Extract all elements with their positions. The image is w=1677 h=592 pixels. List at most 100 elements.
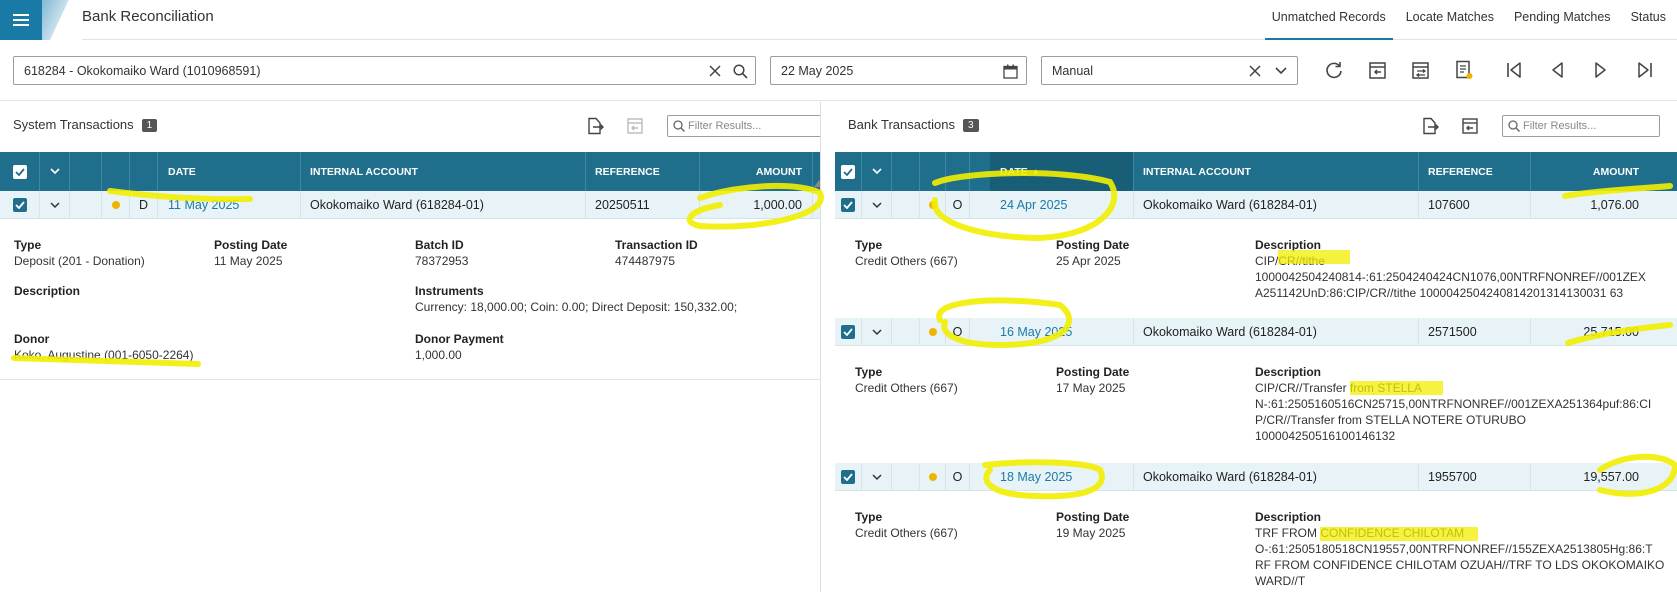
row-date-link[interactable]: 24 Apr 2025 xyxy=(990,191,1134,219)
column-date[interactable]: DATE xyxy=(158,152,301,191)
type-value: Credit Others (667) xyxy=(855,381,958,395)
row-reference: 2571500 xyxy=(1419,318,1531,346)
header-spacer xyxy=(892,152,920,191)
chevron-down-icon[interactable] xyxy=(1273,63,1289,79)
tab-status[interactable]: Status xyxy=(1624,0,1673,40)
description-line: CIP/CR//tithe xyxy=(1255,254,1326,268)
search-icon xyxy=(673,120,685,132)
status-dot xyxy=(920,191,946,219)
import-statement-button[interactable] xyxy=(1367,59,1389,81)
row-internal-account: Okokomaiko Ward (618284-01) xyxy=(1134,191,1419,219)
system-panel-header: System Transactions 1 Filter Results... xyxy=(0,102,820,150)
column-date-sorted[interactable]: DATE ▲ xyxy=(990,152,1134,191)
match-transactions-button[interactable] xyxy=(1410,59,1432,81)
clear-icon[interactable] xyxy=(707,63,723,79)
date-value: 22 May 2025 xyxy=(781,63,854,78)
system-filter-input[interactable]: Filter Results... xyxy=(667,115,820,137)
row-checkbox[interactable] xyxy=(0,191,40,219)
description-label: Description xyxy=(14,284,81,298)
posting-date-value: 17 May 2025 xyxy=(1056,381,1126,395)
posting-date-label: Posting Date xyxy=(1056,365,1130,379)
description-line: CIP/CR//Transfer from STELLA xyxy=(1255,381,1422,395)
donor-label: Donor xyxy=(14,332,50,346)
bank-panel-title: Bank Transactions 3 xyxy=(848,117,979,132)
swap-icon xyxy=(1412,62,1429,79)
row-checkbox[interactable] xyxy=(835,463,862,491)
last-page-button[interactable] xyxy=(1634,59,1656,81)
type-value: Credit Others (667) xyxy=(855,254,958,268)
refresh-button[interactable] xyxy=(1323,59,1345,81)
account-select[interactable]: 618284 - Okokomaiko Ward (1010968591) xyxy=(13,56,756,85)
row-checkbox[interactable] xyxy=(835,318,862,346)
expand-all-button[interactable] xyxy=(862,152,892,191)
table-row[interactable]: O 18 May 2025 Okokomaiko Ward (618284-01… xyxy=(835,463,1677,491)
previous-page-button[interactable] xyxy=(1546,59,1568,81)
description-line: P/CR//Transfer from STELLA NOTERE OTURUB… xyxy=(1255,413,1526,427)
row-expand-toggle[interactable] xyxy=(862,318,892,346)
menu-icon xyxy=(13,14,29,26)
export-button[interactable] xyxy=(1419,115,1441,137)
donor-payment-label: Donor Payment xyxy=(415,332,504,346)
donor-payment-value: 1,000.00 xyxy=(415,348,462,362)
row-date-link[interactable]: 18 May 2025 xyxy=(990,463,1134,491)
description-label: Description xyxy=(1255,238,1322,252)
hamburger-menu-button[interactable] xyxy=(0,0,42,40)
next-page-button[interactable] xyxy=(1590,59,1612,81)
system-transactions-panel: System Transactions 1 Filter Results... D… xyxy=(0,102,821,592)
bank-filter-input[interactable]: Filter Results... xyxy=(1502,115,1660,137)
chevron-down-icon xyxy=(871,473,882,480)
search-icon[interactable] xyxy=(732,63,748,79)
export-icon xyxy=(588,117,604,135)
row-reference: 20250511 xyxy=(586,191,700,219)
column-internal-account[interactable]: INTERNAL ACCOUNT xyxy=(1134,152,1419,191)
header-spacer xyxy=(102,152,130,191)
table-row[interactable]: O 16 May 2025 Okokomaiko Ward (618284-01… xyxy=(835,318,1677,346)
instruments-label: Instruments xyxy=(415,284,484,298)
select-all-checkbox[interactable] xyxy=(0,152,40,191)
table-row[interactable]: D 11 May 2025 Okokomaiko Ward (618284-01… xyxy=(0,191,820,219)
count-badge: 3 xyxy=(962,119,979,132)
chevron-down-icon xyxy=(871,328,882,335)
row-spacer xyxy=(892,318,920,346)
tab-pending-matches[interactable]: Pending Matches xyxy=(1507,0,1618,40)
import-button[interactable] xyxy=(1459,115,1481,137)
row-date-link[interactable]: 16 May 2025 xyxy=(990,318,1134,346)
count-badge: 1 xyxy=(141,119,158,132)
type-label: Type xyxy=(855,238,883,252)
mode-select[interactable]: Manual xyxy=(1041,56,1298,85)
column-amount[interactable]: AMOUNT xyxy=(700,152,813,191)
row-expand-toggle[interactable] xyxy=(862,463,892,491)
tab-locate-matches[interactable]: Locate Matches xyxy=(1399,0,1501,40)
top-nav: Unmatched Records Locate Matches Pending… xyxy=(1259,0,1677,40)
pending-report-button[interactable] xyxy=(1453,59,1475,81)
table-row[interactable]: O 24 Apr 2025 Okokomaiko Ward (618284-01… xyxy=(835,191,1677,219)
column-internal-account[interactable]: INTERNAL ACCOUNT xyxy=(301,152,586,191)
column-reference[interactable]: REFERENCE xyxy=(586,152,700,191)
system-row-detail: Type Deposit (201 - Donation) Posting Da… xyxy=(0,220,820,362)
posting-date-value: 25 Apr 2025 xyxy=(1056,254,1121,268)
account-value: 618284 - Okokomaiko Ward (1010968591) xyxy=(24,63,261,78)
first-page-button[interactable] xyxy=(1503,59,1525,81)
clear-icon[interactable] xyxy=(1247,63,1263,79)
expand-all-button[interactable] xyxy=(40,152,70,191)
chevron-down-icon xyxy=(871,168,882,175)
export-button[interactable] xyxy=(584,115,606,137)
row-checkbox[interactable] xyxy=(835,191,862,219)
row-date-link[interactable]: 11 May 2025 xyxy=(158,191,301,219)
column-amount[interactable]: AMOUNT xyxy=(1531,152,1649,191)
row-amount: 19,557.00 xyxy=(1583,470,1639,484)
type-label: Type xyxy=(855,365,883,379)
calendar-icon[interactable] xyxy=(1002,63,1018,79)
row-expand-toggle[interactable] xyxy=(862,191,892,219)
header-spacer xyxy=(920,152,946,191)
date-field[interactable]: 22 May 2025 xyxy=(770,56,1027,85)
column-reference[interactable]: REFERENCE xyxy=(1419,152,1531,191)
scroll-up-arrow[interactable] xyxy=(814,180,820,187)
row-spacer xyxy=(70,191,102,219)
row-expand-toggle[interactable] xyxy=(40,191,70,219)
import-icon xyxy=(1462,118,1478,134)
filter-bar: 618284 - Okokomaiko Ward (1010968591) 22… xyxy=(0,41,1677,101)
type-code: O xyxy=(946,191,970,219)
select-all-checkbox[interactable] xyxy=(835,152,862,191)
tab-unmatched-records[interactable]: Unmatched Records xyxy=(1264,0,1393,40)
